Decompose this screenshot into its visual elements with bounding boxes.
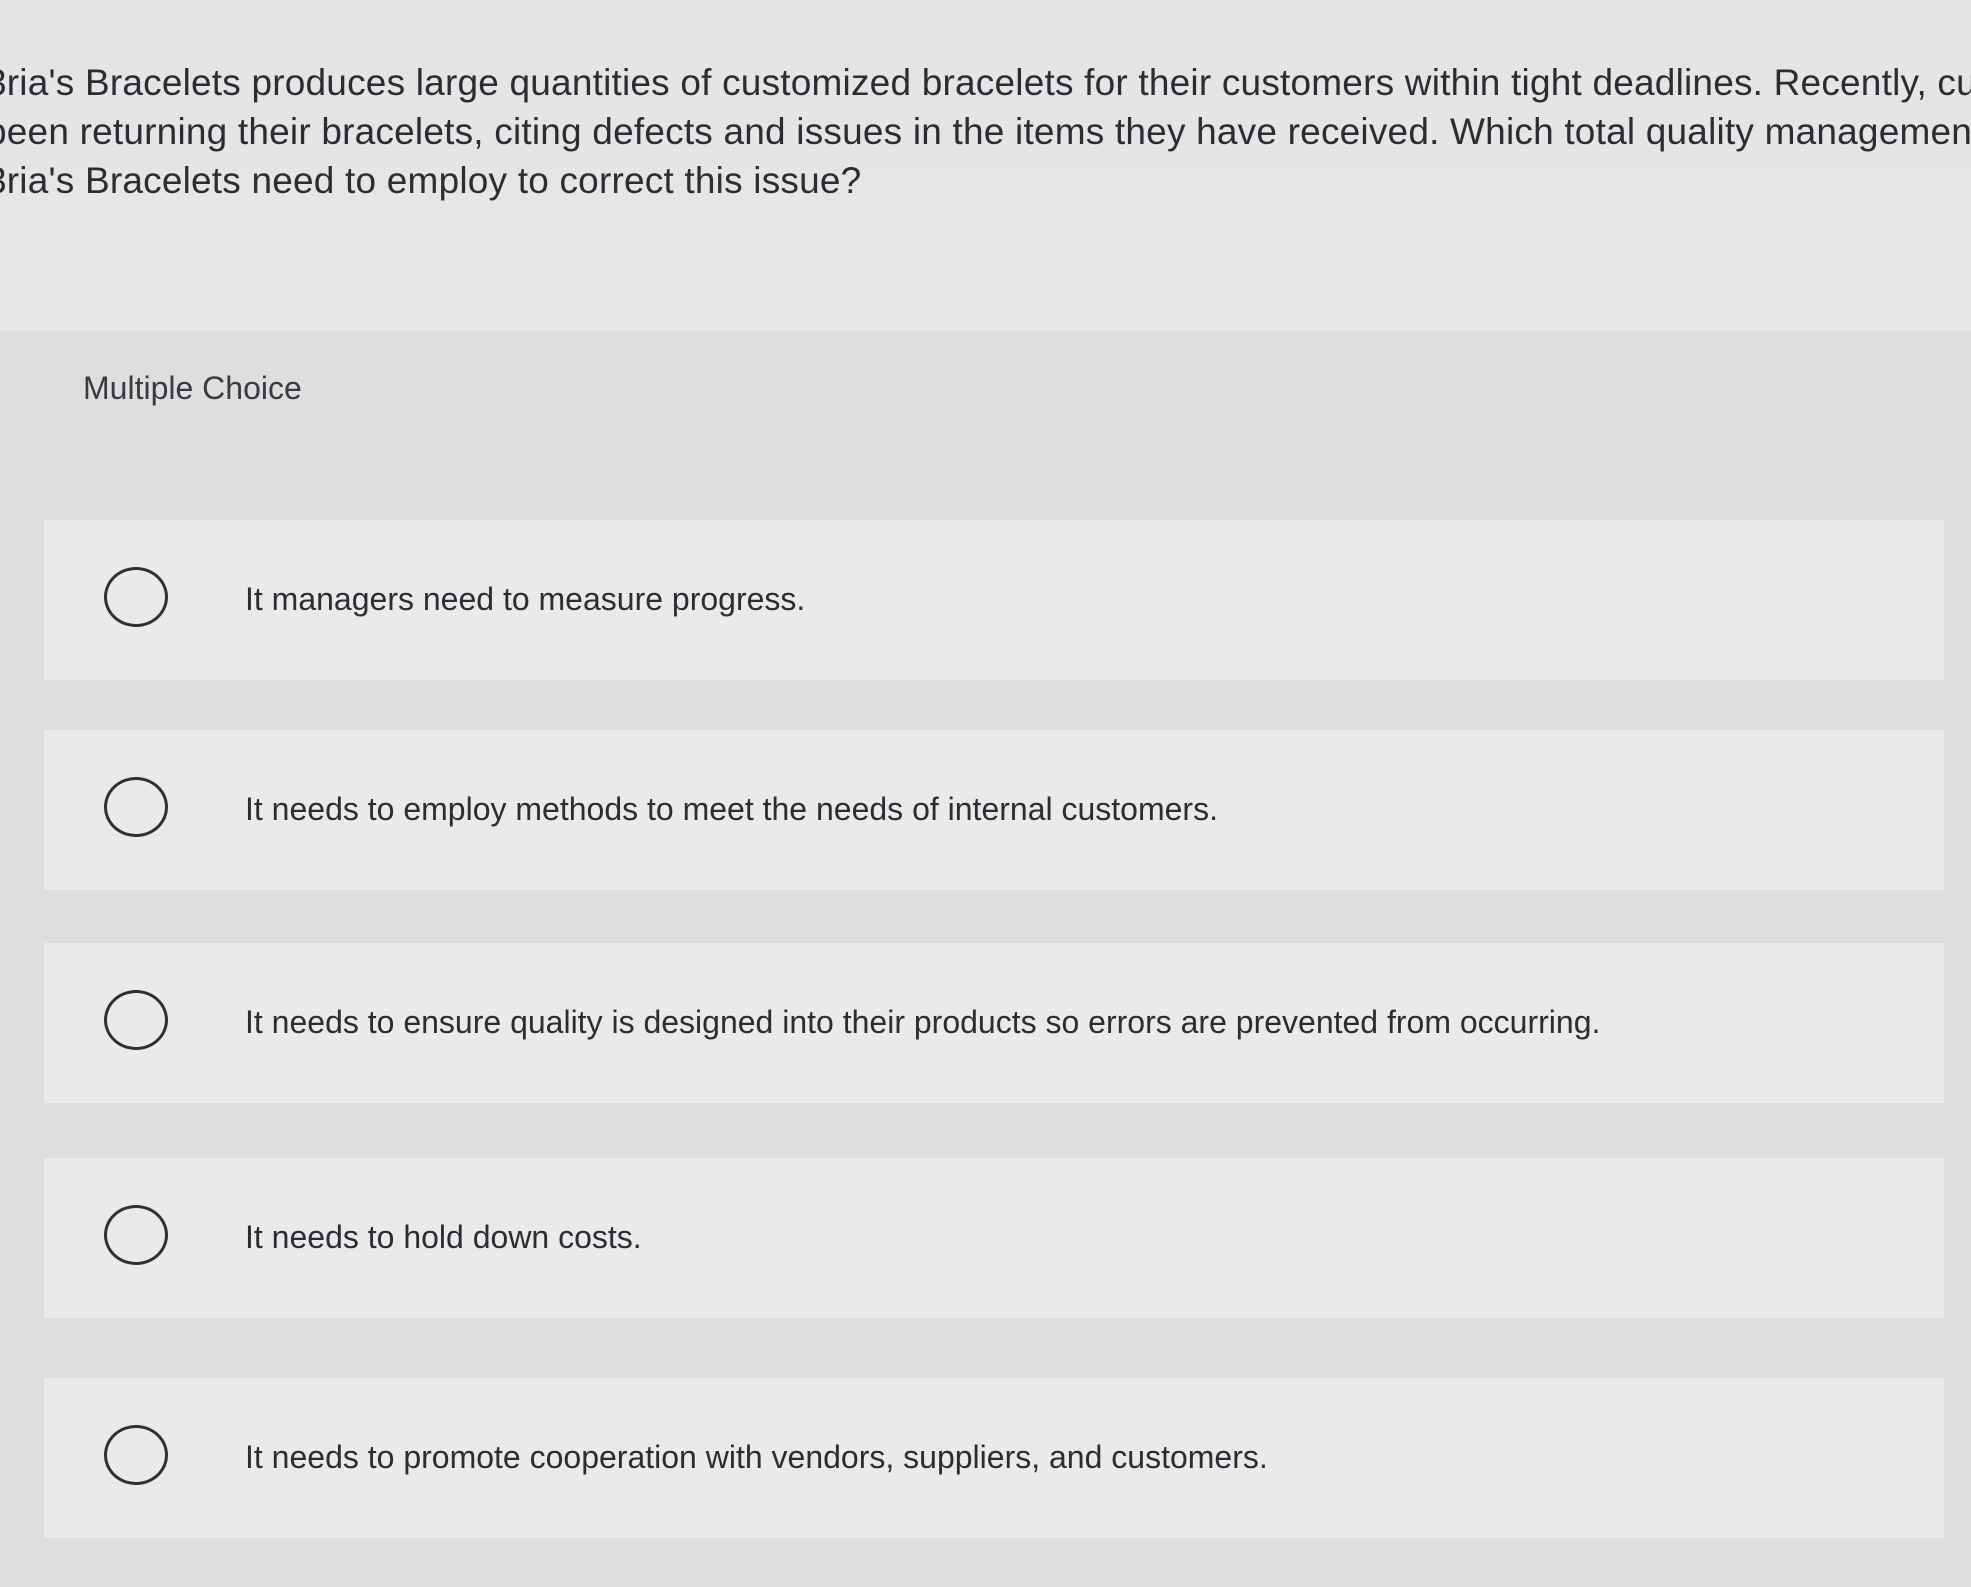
radio-button-icon[interactable]	[104, 1425, 168, 1485]
radio-button-icon[interactable]	[104, 1205, 168, 1265]
choice-label: It needs to promote cooperation with ven…	[245, 1438, 1268, 1475]
question-text: 3ria's Bracelets produces large quantiti…	[0, 58, 1971, 205]
choice-label: It needs to hold down costs.	[245, 1218, 642, 1255]
choice-label: It needs to ensure quality is designed i…	[245, 1003, 1601, 1040]
question-line: been returning their bracelets, citing d…	[0, 111, 1971, 152]
question-line: 3ria's Bracelets need to employ to corre…	[0, 160, 862, 201]
radio-button-icon[interactable]	[104, 990, 168, 1050]
choice-label: It managers need to measure progress.	[245, 580, 806, 617]
radio-button-icon[interactable]	[104, 567, 168, 627]
question-line: 3ria's Bracelets produces large quantiti…	[0, 62, 1971, 103]
choice-option-4[interactable]: It needs to hold down costs.	[44, 1158, 1944, 1318]
question-panel: 3ria's Bracelets produces large quantiti…	[0, 0, 1971, 330]
radio-button-icon[interactable]	[104, 777, 168, 837]
choice-option-2[interactable]: It needs to employ methods to meet the n…	[44, 730, 1944, 890]
choice-label: It needs to employ methods to meet the n…	[245, 790, 1218, 827]
multiple-choice-label: Multiple Choice	[83, 370, 302, 406]
choice-option-3[interactable]: It needs to ensure quality is designed i…	[44, 943, 1944, 1103]
choice-option-1[interactable]: It managers need to measure progress.	[44, 520, 1944, 680]
choice-option-5[interactable]: It needs to promote cooperation with ven…	[44, 1378, 1944, 1538]
